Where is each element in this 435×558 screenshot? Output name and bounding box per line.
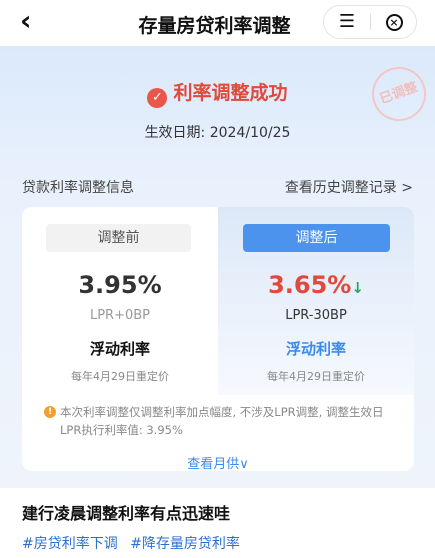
section-label: 贷款利率调整信息 — [22, 180, 134, 196]
navigation-bar: ‹ 存量房贷利率调整 ☰ × — [0, 0, 435, 46]
after-tag: 调整后 — [243, 224, 390, 252]
success-text: 利率调整成功 — [173, 82, 288, 104]
hashtag-link[interactable]: #降存量房贷利率 — [130, 536, 240, 552]
rate-comparison-card: 调整前 调整后 3.95% 3.65%↓ LPR+0BP LPR-30BP 浮动… — [22, 207, 414, 471]
after-rate: 3.65% — [268, 271, 352, 299]
after-rate-type: 浮动利率 — [285, 340, 346, 358]
check-circle-icon: ✓ — [147, 88, 168, 108]
effective-date: 生效日期: 2024/10/25 — [144, 125, 291, 141]
before-reset-date: 每年4月29日重定价 — [71, 370, 169, 383]
success-message: ✓ 利率调整成功 — [0, 78, 435, 108]
before-lpr: LPR+0BP — [89, 308, 151, 323]
after-lpr: LPR-30BP — [285, 308, 347, 323]
view-monthly-payment-link[interactable]: 查看月供∨ — [22, 453, 414, 471]
before-rate-type: 浮动利率 — [89, 340, 150, 358]
close-icon: × — [385, 14, 403, 31]
menu-icon[interactable]: ☰ — [324, 6, 370, 38]
hashtag-list: #房贷利率下调 #降存量房贷利率 — [22, 533, 248, 553]
post-title: 建行凌晨调整利率有点迅速哇 — [22, 504, 231, 523]
after-reset-date: 每年4月29日重定价 — [267, 370, 365, 383]
down-arrow-icon: ↓ — [351, 279, 364, 297]
before-rate: 3.95% — [78, 271, 162, 299]
after-rate-row: 3.65%↓ — [218, 271, 414, 299]
close-button[interactable]: × — [371, 6, 417, 38]
before-tag: 调整前 — [46, 224, 191, 252]
mini-program-capsule: ☰ × — [323, 5, 417, 39]
history-link[interactable]: 查看历史调整记录 > — [285, 177, 413, 197]
adjustment-note: 本次利率调整仅调整利率加点幅度, 不涉及LPR调整, 调整生效日LPR执行利率值… — [60, 405, 384, 437]
hashtag-link[interactable]: #房贷利率下调 — [22, 536, 118, 552]
info-icon: ! — [44, 406, 56, 418]
